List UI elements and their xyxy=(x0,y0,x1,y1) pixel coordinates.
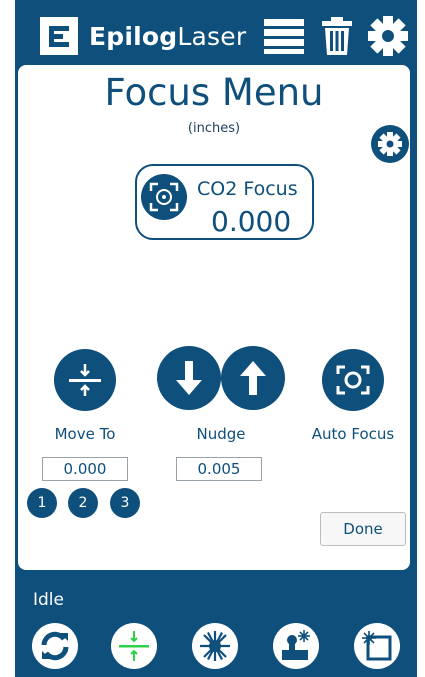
preset-2-button[interactable]: 2 xyxy=(68,488,98,518)
laser-icon xyxy=(200,631,230,661)
logo-icon xyxy=(40,17,78,55)
move-to-value[interactable]: 0.000 xyxy=(42,457,128,481)
arrow-down-icon xyxy=(176,361,202,395)
header: EpilogLaser xyxy=(15,0,417,70)
nudge-label: Nudge xyxy=(196,425,246,443)
app-frame: EpilogLaser Focus Menu (inches) CO2 Focu… xyxy=(15,0,417,677)
auto-focus-button[interactable] xyxy=(322,349,384,411)
nudge-value[interactable]: 0.005 xyxy=(176,457,262,481)
job-list-icon xyxy=(264,19,304,54)
jog-icon xyxy=(282,630,310,660)
units-label: (inches) xyxy=(187,121,241,136)
jog-button[interactable] xyxy=(273,623,319,669)
move-to-footer-button[interactable] xyxy=(111,623,157,669)
gear-icon xyxy=(368,16,408,56)
refresh-icon xyxy=(41,631,69,661)
focus-label: CO2 Focus xyxy=(197,178,298,200)
settings-header-button[interactable] xyxy=(365,14,411,58)
preset-3-button[interactable]: 3 xyxy=(110,488,140,518)
job-list-button[interactable] xyxy=(261,14,307,58)
auto-focus-label: Auto Focus xyxy=(311,425,395,443)
frame-icon xyxy=(362,631,392,661)
trash-icon xyxy=(322,17,352,55)
laser-button[interactable] xyxy=(192,623,238,669)
move-to-icon xyxy=(69,364,101,396)
move-to-label: Move To xyxy=(54,425,116,443)
status-text: Idle xyxy=(33,590,64,610)
move-to-button[interactable] xyxy=(54,349,116,411)
brand-name: EpilogLaser xyxy=(89,22,247,51)
done-button[interactable]: Done xyxy=(320,512,406,546)
auto-focus-icon xyxy=(336,365,370,395)
gear-icon xyxy=(378,132,402,156)
refresh-button[interactable] xyxy=(32,623,78,669)
preset-1-button[interactable]: 1 xyxy=(27,488,57,518)
trash-button[interactable] xyxy=(314,14,360,58)
frame-button[interactable] xyxy=(354,623,400,669)
nudge-down-button[interactable] xyxy=(157,346,221,410)
focus-value: 0.000 xyxy=(211,205,292,238)
arrow-up-icon xyxy=(240,361,266,395)
focus-target-icon xyxy=(141,174,187,220)
move-to-icon xyxy=(119,631,149,661)
focus-settings-button[interactable] xyxy=(371,125,409,163)
nudge-up-button[interactable] xyxy=(221,346,285,410)
focus-panel: Focus Menu (inches) CO2 Focus 0.000 Move… xyxy=(18,65,410,570)
co2-focus-card[interactable]: CO2 Focus 0.000 xyxy=(135,164,314,240)
page-title: Focus Menu xyxy=(104,71,324,114)
